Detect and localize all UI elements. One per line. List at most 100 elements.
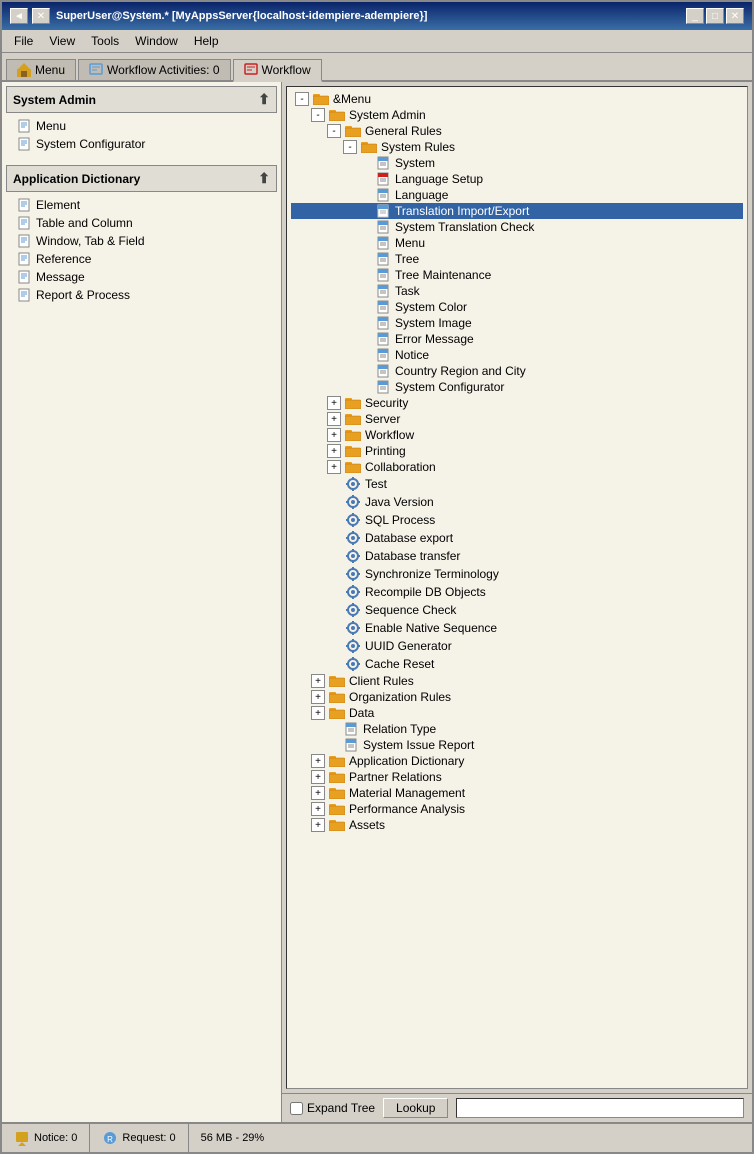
table-column-doc-icon — [18, 216, 32, 230]
expander-workflow-node[interactable]: + — [327, 428, 341, 442]
minimize-button[interactable]: _ — [686, 8, 704, 24]
tree-node-system-configurator-item[interactable]: System Configurator — [291, 379, 743, 395]
tree-node-relation-type[interactable]: Relation Type — [291, 721, 743, 737]
tree-node-partner-relations[interactable]: + Partner Relations — [291, 769, 743, 785]
tree-node-translation-import-export[interactable]: Translation Import/Export — [291, 203, 743, 219]
menu-file[interactable]: File — [6, 32, 41, 50]
expander-material-management[interactable]: + — [311, 786, 325, 800]
sidebar-item-window-tab-field[interactable]: Window, Tab & Field — [14, 232, 277, 250]
tree-node-system-image[interactable]: System Image — [291, 315, 743, 331]
sidebar-item-menu[interactable]: Menu — [14, 117, 277, 135]
tree-node-system-rules-label: System Rules — [381, 140, 455, 154]
lookup-input[interactable] — [456, 1098, 744, 1118]
tree-container: - &Menu - — [287, 87, 747, 837]
tree-node-material-management[interactable]: + Material Management — [291, 785, 743, 801]
tab-workflow[interactable]: Workflow — [233, 59, 322, 82]
back-button[interactable]: ◄ — [10, 8, 28, 24]
tree-node-system-issue-report[interactable]: System Issue Report — [291, 737, 743, 753]
lookup-button[interactable]: Lookup — [383, 1098, 448, 1118]
expander-partner-relations[interactable]: + — [311, 770, 325, 784]
forward-button[interactable]: ✕ — [32, 8, 50, 24]
tree-node-system-color[interactable]: System Color — [291, 299, 743, 315]
tree-node-task[interactable]: Task — [291, 283, 743, 299]
tree-node-language[interactable]: Language — [291, 187, 743, 203]
tree-node-system-admin[interactable]: - System Admin — [291, 107, 743, 123]
tree-node-menu-item[interactable]: Menu — [291, 235, 743, 251]
tree-node-java-version[interactable]: Java Version — [291, 493, 743, 511]
notice-doc-icon — [377, 348, 391, 362]
expander-system-rules[interactable]: - — [343, 140, 357, 154]
sidebar-item-reference[interactable]: Reference — [14, 250, 277, 268]
tree-node-database-transfer[interactable]: Database transfer — [291, 547, 743, 565]
tree-node-database-export[interactable]: Database export — [291, 529, 743, 547]
tree-node-notice[interactable]: Notice — [291, 347, 743, 363]
tree-node-cache-reset[interactable]: Cache Reset — [291, 655, 743, 673]
folder-partner-relations-icon — [329, 771, 345, 783]
expander-data[interactable]: + — [311, 706, 325, 720]
close-button[interactable]: ✕ — [726, 8, 744, 24]
title-bar: ◄ ✕ SuperUser@System.* [MyAppsServer{loc… — [2, 2, 752, 30]
tree-node-system-translation-check[interactable]: System Translation Check — [291, 219, 743, 235]
tree-node-assets[interactable]: + Assets — [291, 817, 743, 833]
expander-performance-analysis[interactable]: + — [311, 802, 325, 816]
expand-tree-checkbox[interactable] — [290, 1102, 303, 1115]
sidebar-section-system-admin-header[interactable]: System Admin ⬆ — [6, 86, 277, 113]
tree-node-sequence-check[interactable]: Sequence Check — [291, 601, 743, 619]
tree-node-workflow-node[interactable]: + Workflow — [291, 427, 743, 443]
tree-node-printing[interactable]: + Printing — [291, 443, 743, 459]
tree-node-application-dictionary-node[interactable]: + Application Dictionary — [291, 753, 743, 769]
tree-node-sql-process[interactable]: SQL Process — [291, 511, 743, 529]
tree-node-language-setup[interactable]: Language Setup — [291, 171, 743, 187]
expander-general-rules[interactable]: - — [327, 124, 341, 138]
expander-client-rules[interactable]: + — [311, 674, 325, 688]
tab-workflow-activities[interactable]: Workflow Activities: 0 — [78, 59, 230, 80]
sidebar-item-table-column[interactable]: Table and Column — [14, 214, 277, 232]
tree-node-system[interactable]: System — [291, 155, 743, 171]
tree-node-enable-native-sequence[interactable]: Enable Native Sequence — [291, 619, 743, 637]
expander-server[interactable]: + — [327, 412, 341, 426]
expander-amenu[interactable]: - — [295, 92, 309, 106]
tree-node-security[interactable]: + Security — [291, 395, 743, 411]
menu-help[interactable]: Help — [186, 32, 227, 50]
expander-app-dict-node[interactable]: + — [311, 754, 325, 768]
menu-view[interactable]: View — [41, 32, 83, 50]
tree-node-general-rules[interactable]: - General Rules — [291, 123, 743, 139]
sidebar-item-message[interactable]: Message — [14, 268, 277, 286]
tree-node-error-message[interactable]: Error Message — [291, 331, 743, 347]
sidebar-item-element[interactable]: Element — [14, 196, 277, 214]
expander-system-admin[interactable]: - — [311, 108, 325, 122]
expander-printing[interactable]: + — [327, 444, 341, 458]
sidebar-item-report-process[interactable]: Report & Process — [14, 286, 277, 304]
tree-node-organization-rules[interactable]: + Organization Rules — [291, 689, 743, 705]
language-doc-icon — [377, 188, 391, 202]
expander-assets[interactable]: + — [311, 818, 325, 832]
recompile-db-gear-icon — [345, 584, 361, 600]
sidebar-item-system-configurator[interactable]: System Configurator — [14, 135, 277, 153]
tree-node-amenu[interactable]: - &Menu — [291, 91, 743, 107]
expander-security[interactable]: + — [327, 396, 341, 410]
error-message-doc-icon — [377, 332, 391, 346]
tree-node-recompile-db-objects[interactable]: Recompile DB Objects — [291, 583, 743, 601]
tab-menu[interactable]: Menu — [6, 59, 76, 80]
collapse-system-admin-icon[interactable]: ⬆ — [258, 91, 270, 108]
tree-node-country-region-city[interactable]: Country Region and City — [291, 363, 743, 379]
tree-node-client-rules[interactable]: + Client Rules — [291, 673, 743, 689]
tree-panel[interactable]: - &Menu - — [286, 86, 748, 1089]
menu-tools[interactable]: Tools — [83, 32, 127, 50]
tree-node-synchronize-terminology[interactable]: Synchronize Terminology — [291, 565, 743, 583]
tree-node-performance-analysis[interactable]: + Performance Analysis — [291, 801, 743, 817]
tree-node-tree-maintenance[interactable]: Tree Maintenance — [291, 267, 743, 283]
maximize-button[interactable]: □ — [706, 8, 724, 24]
menu-window[interactable]: Window — [127, 32, 186, 50]
tree-node-server[interactable]: + Server — [291, 411, 743, 427]
sidebar-section-app-dict-header[interactable]: Application Dictionary ⬆ — [6, 165, 277, 192]
tree-node-collaboration[interactable]: + Collaboration — [291, 459, 743, 475]
tree-node-tree[interactable]: Tree — [291, 251, 743, 267]
tree-node-test[interactable]: Test — [291, 475, 743, 493]
expander-collaboration[interactable]: + — [327, 460, 341, 474]
tree-node-system-rules[interactable]: - System Rules — [291, 139, 743, 155]
tree-node-data[interactable]: + Data — [291, 705, 743, 721]
tree-node-uuid-generator[interactable]: UUID Generator — [291, 637, 743, 655]
expander-organization-rules[interactable]: + — [311, 690, 325, 704]
collapse-app-dict-icon[interactable]: ⬆ — [258, 170, 270, 187]
